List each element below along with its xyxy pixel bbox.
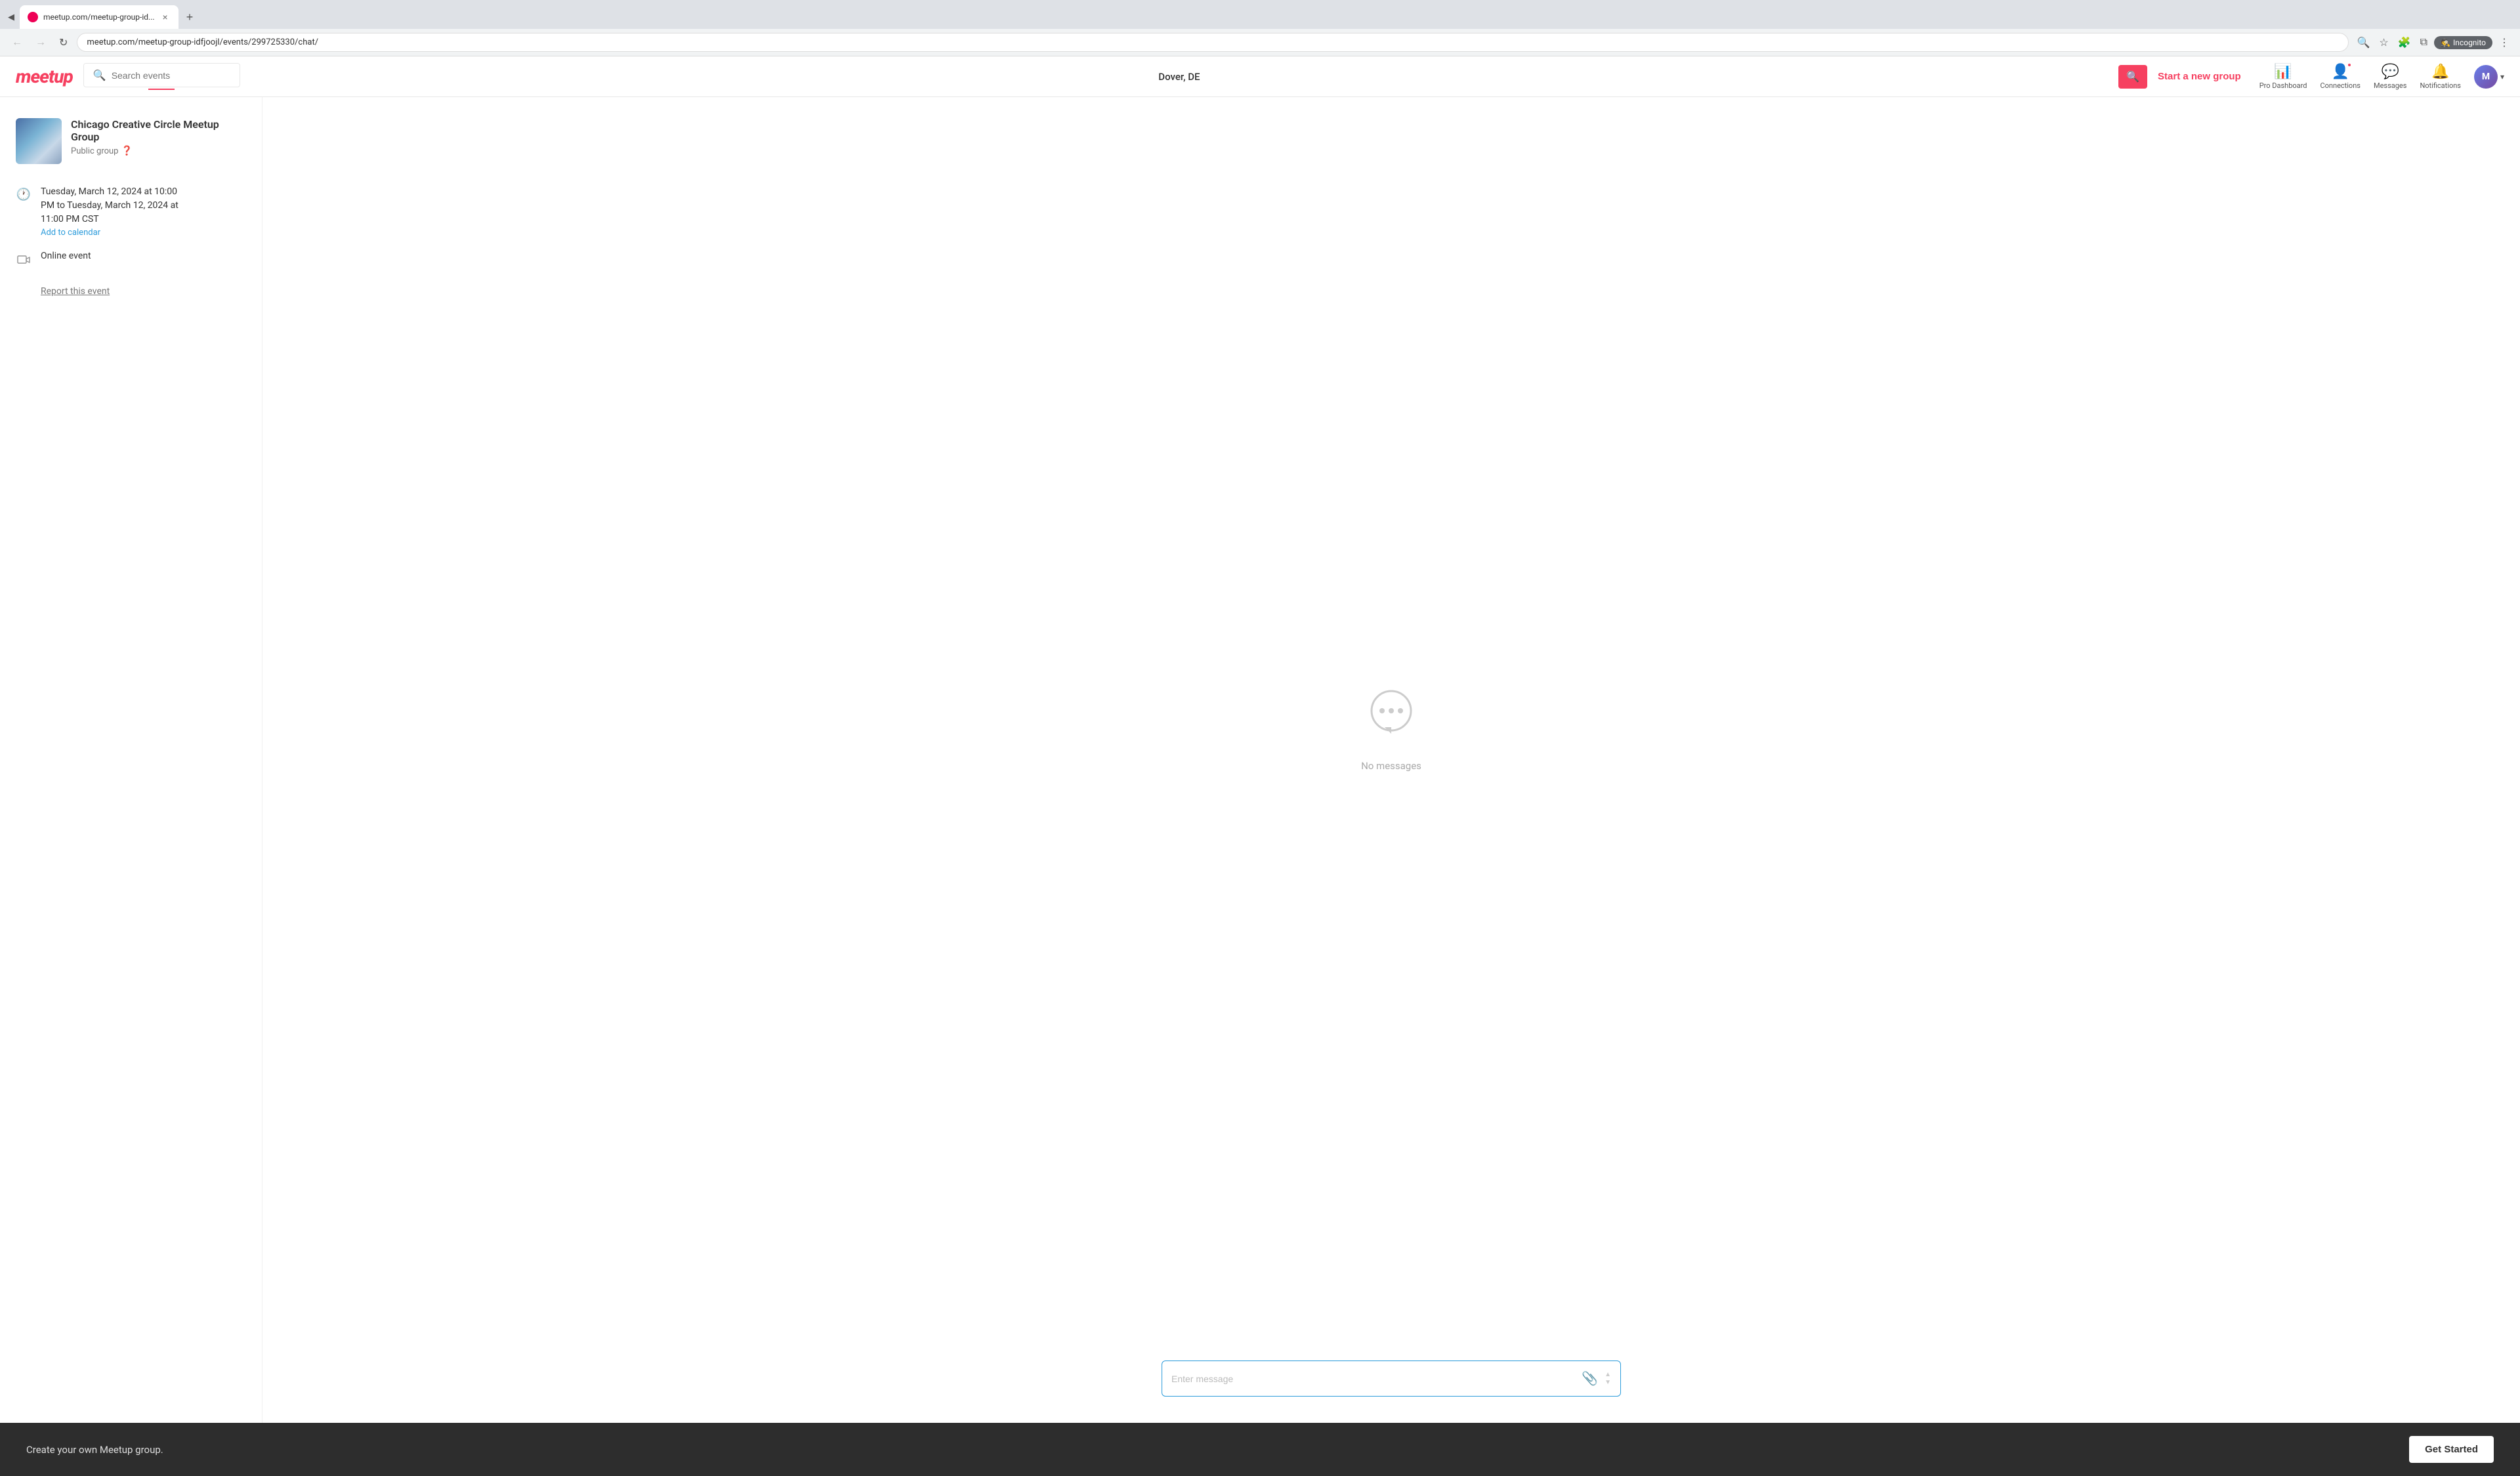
notifications-icon: 🔔 (2431, 64, 2449, 80)
get-started-button[interactable]: Get Started (2409, 1436, 2494, 1463)
back-button[interactable]: ← (8, 34, 26, 51)
pro-dashboard-label: Pro Dashboard (2259, 81, 2307, 90)
event-date-line1: Tuesday, March 12, 2024 at 10:00 (41, 185, 178, 199)
message-input-box: 📎 ▲ ▼ (1162, 1360, 1621, 1397)
group-image (16, 118, 62, 164)
report-event-link[interactable]: Report this event (16, 286, 110, 297)
incognito-icon: 🕵 (2441, 38, 2450, 47)
notifications-label: Notifications (2420, 81, 2461, 90)
chat-panel: No messages 📎 ▲ ▼ (262, 97, 2520, 1423)
connections-icon: 👤 (2332, 64, 2349, 80)
event-date-info: Tuesday, March 12, 2024 at 10:00 PM to T… (41, 185, 178, 238)
group-name: Chicago Creative Circle Meetup Group (71, 118, 246, 143)
group-text: Chicago Creative Circle Meetup Group Pub… (71, 118, 246, 156)
avatar-chevron-icon: ▾ (2500, 72, 2504, 81)
avatar-text: M (2482, 72, 2490, 82)
new-tab-button[interactable]: + (181, 8, 199, 27)
browser-chrome: ◀ meetup.com/meetup-group-id... × + ← → … (0, 0, 2520, 56)
nav-connections[interactable]: 👤 Connections (2320, 64, 2360, 90)
browser-search-button[interactable]: 🔍 (2354, 33, 2372, 52)
event-date-row: 🕐 Tuesday, March 12, 2024 at 10:00 PM to… (16, 185, 246, 238)
tab-close-button[interactable]: × (160, 11, 171, 24)
tab-group-button[interactable]: ◀ (5, 9, 17, 25)
tab-title: meetup.com/meetup-group-id... (43, 12, 155, 22)
main-content: Chicago Creative Circle Meetup Group Pub… (0, 97, 2520, 1423)
search-icon: 🔍 (93, 69, 106, 81)
meetup-logo[interactable]: meetup (16, 66, 73, 87)
more-button[interactable]: ⋮ (2496, 33, 2512, 52)
event-details: 🕐 Tuesday, March 12, 2024 at 10:00 PM to… (16, 185, 246, 297)
search-bar[interactable]: 🔍 (83, 63, 240, 87)
pro-dashboard-icon: 📊 (2274, 64, 2292, 80)
search-submit-button[interactable]: 🔍 (2118, 65, 2147, 89)
attach-button[interactable]: 📎 (1579, 1369, 1601, 1388)
nav-actions: 📊 Pro Dashboard 👤 Connections 💬 Messages… (2259, 64, 2504, 90)
left-panel: Chicago Creative Circle Meetup Group Pub… (0, 97, 262, 1423)
group-info: Chicago Creative Circle Meetup Group Pub… (16, 118, 246, 164)
extension-button[interactable]: 🧩 (2395, 33, 2414, 52)
user-avatar-wrapper[interactable]: M ▾ (2474, 65, 2504, 89)
nav-notifications[interactable]: 🔔 Notifications (2420, 64, 2461, 90)
connections-notification-dot (2347, 62, 2352, 68)
user-avatar: M (2474, 65, 2498, 89)
online-event-text: Online event (41, 251, 91, 261)
message-input[interactable] (1171, 1374, 1579, 1384)
group-type: Public group ❓ (71, 146, 246, 156)
scroll-up-arrow: ▲ (1605, 1372, 1611, 1378)
no-messages-area: No messages (1361, 123, 1421, 1334)
search-bar-wrapper: 🔍 (83, 63, 240, 90)
help-icon[interactable]: ❓ (121, 146, 132, 156)
tab-bar: ◀ meetup.com/meetup-group-id... × + (0, 0, 2520, 29)
forward-button[interactable]: → (32, 34, 50, 51)
incognito-badge: 🕵 Incognito (2434, 36, 2492, 49)
messages-label: Messages (2374, 81, 2406, 90)
footer-bar: Create your own Meetup group. Get Starte… (0, 1423, 2520, 1476)
event-date-line2: PM to Tuesday, March 12, 2024 at (41, 199, 178, 213)
search-input[interactable] (112, 70, 230, 81)
nav-messages[interactable]: 💬 Messages (2374, 64, 2406, 90)
split-button[interactable]: ⧉ (2418, 34, 2430, 51)
scroll-down-arrow: ▼ (1605, 1380, 1611, 1386)
group-type-label: Public group (71, 146, 118, 156)
address-bar-row: ← → ↻ meetup.com/meetup-group-idfjoojl/e… (0, 29, 2520, 56)
bookmark-button[interactable]: ☆ (2376, 33, 2391, 52)
chat-bubble-icon (1365, 686, 1418, 749)
search-underline (148, 89, 175, 90)
connections-label: Connections (2320, 81, 2360, 90)
location-display: Dover, DE (251, 71, 2108, 83)
scroll-indicator: ▲ ▼ (1605, 1372, 1611, 1386)
tab-favicon (28, 12, 38, 22)
address-text: meetup.com/meetup-group-idfjoojl/events/… (87, 37, 2339, 47)
active-tab[interactable]: meetup.com/meetup-group-id... × (20, 5, 178, 29)
event-date-line3: 11:00 PM CST (41, 213, 178, 226)
address-bar[interactable]: meetup.com/meetup-group-idfjoojl/events/… (77, 33, 2349, 52)
messages-icon: 💬 (2382, 64, 2399, 80)
reload-button[interactable]: ↻ (55, 33, 72, 52)
incognito-label: Incognito (2453, 38, 2486, 47)
browser-actions: 🔍 ☆ 🧩 ⧉ 🕵 Incognito ⋮ (2354, 33, 2512, 52)
start-group-button[interactable]: Start a new group (2158, 71, 2241, 82)
clock-icon: 🕐 (16, 186, 32, 202)
event-location-row: Online event (16, 251, 246, 268)
add-calendar-link[interactable]: Add to calendar (41, 228, 178, 238)
report-row: Report this event (16, 281, 246, 297)
video-icon (16, 252, 32, 268)
footer-text: Create your own Meetup group. (26, 1444, 163, 1456)
group-image-inner (16, 118, 62, 164)
search-submit-icon: 🔍 (2126, 72, 2139, 83)
message-input-area: 📎 ▲ ▼ (1162, 1360, 1621, 1397)
no-messages-label: No messages (1361, 760, 1421, 772)
nav-pro-dashboard[interactable]: 📊 Pro Dashboard (2259, 64, 2307, 90)
meetup-header: meetup 🔍 Dover, DE 🔍 Start a new group 📊… (0, 56, 2520, 97)
